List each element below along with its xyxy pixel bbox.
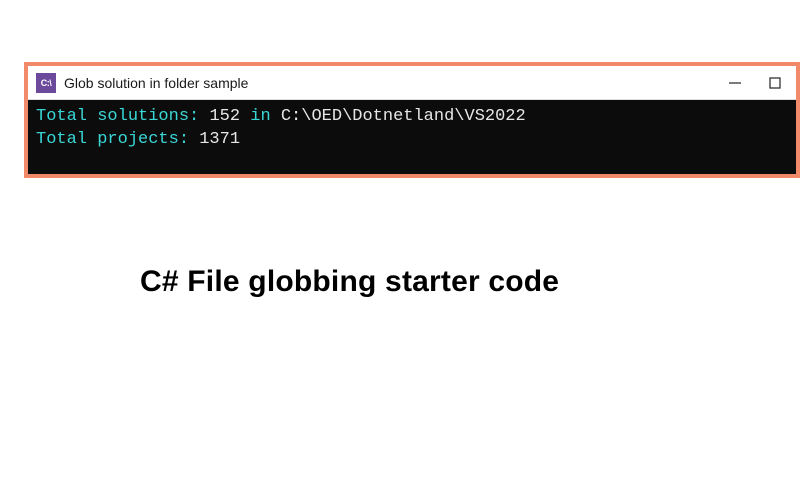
- console-output: Total solutions: 152 in C:\OED\Dotnetlan…: [28, 100, 796, 174]
- projects-label: Total projects:: [36, 130, 199, 149]
- output-line-projects: Total projects: 1371: [36, 129, 788, 152]
- window-controls: [726, 74, 788, 92]
- window-titlebar[interactable]: C:\ Glob solution in folder sample: [28, 66, 796, 100]
- maximize-button[interactable]: [766, 74, 784, 92]
- output-line-solutions: Total solutions: 152 in C:\OED\Dotnetlan…: [36, 106, 788, 129]
- solutions-path: C:\OED\Dotnetland\VS2022: [281, 107, 526, 126]
- app-icon: C:\: [36, 73, 56, 93]
- in-word: in: [240, 107, 281, 126]
- console-window: C:\ Glob solution in folder sample Total…: [24, 62, 800, 178]
- solutions-label: Total solutions:: [36, 107, 209, 126]
- minimize-button[interactable]: [726, 74, 744, 92]
- window-title: Glob solution in folder sample: [64, 75, 726, 91]
- solutions-count: 152: [209, 107, 240, 126]
- caption-heading: C# File globbing starter code: [140, 265, 559, 299]
- projects-count: 1371: [199, 130, 240, 149]
